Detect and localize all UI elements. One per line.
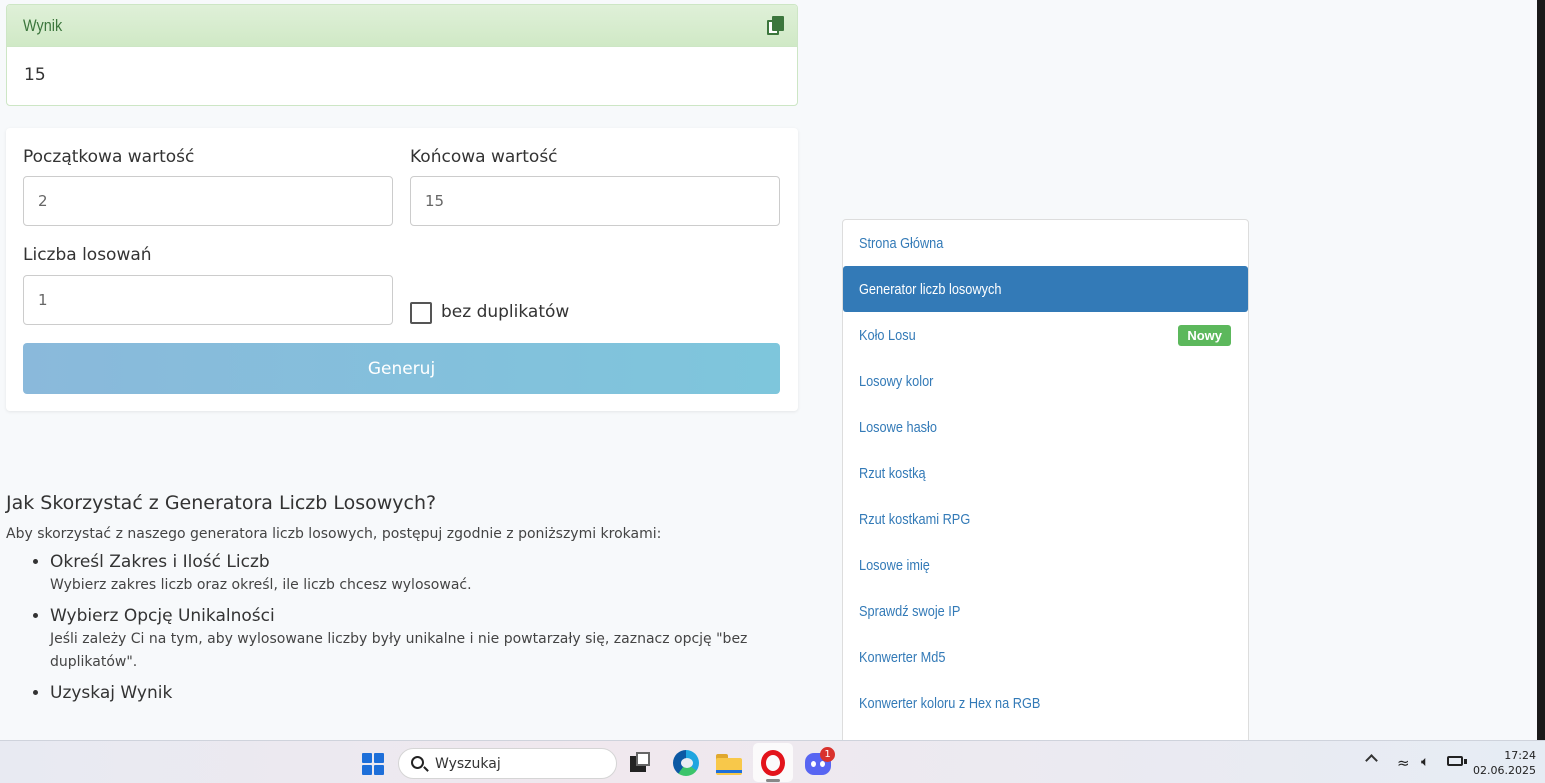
sidebar-item-label: Konwerter Md5 [859,648,946,666]
draw-count-label: Liczba losowań [23,245,152,265]
no-duplicates-label[interactable]: bez duplikatów [441,302,569,322]
sidebar-item-label: Sprawdź swoje IP [859,602,961,620]
sidebar-item-label: Rzut kostką [859,464,926,482]
step-title: Określ Zakres i Ilość Liczb [50,552,270,572]
search-placeholder: Wyszukaj [435,756,501,772]
sidebar-item-random-name[interactable]: Losowe imię [843,542,1248,588]
active-app-indicator [766,779,780,782]
generate-button[interactable]: Generuj [23,343,780,394]
result-panel-header: Wynik [7,5,797,47]
clock-time: 17:24 [1504,749,1536,762]
sidebar-nav: Strona Główna Generator liczb losowych K… [842,219,1249,740]
sidebar-item-label: Rzut kostkami RPG [859,510,971,528]
sidebar-item-random-number-generator[interactable]: Generator liczb losowych [843,266,1248,312]
sidebar-item-label: Losowe imię [859,556,930,574]
notification-badge: 1 [820,747,835,762]
end-value-label: Końcowa wartość [410,147,558,167]
sidebar-item-hex-rgb-converter[interactable]: Konwerter koloru z Hex na RGB [843,680,1248,726]
how-to-article: Jak Skorzystać z Generatora Liczb Losowy… [6,492,796,712]
article-intro: Aby skorzystać z naszego generatora licz… [6,526,662,542]
window-edge [1537,0,1545,740]
sidebar-item-dice-roll[interactable]: Rzut kostką [843,450,1248,496]
step-title: Uzyskaj Wynik [50,683,173,703]
file-explorer-icon[interactable] [716,750,742,776]
sidebar-item-wheel-of-fortune[interactable]: Koło Losu Nowy [843,312,1248,358]
taskbar: Wyszukaj 1 ≈ 🔈︎ 17:24 02.06.2025 [0,740,1545,783]
taskbar-search[interactable]: Wyszukaj [398,748,617,779]
sidebar-item-label: Strona Główna [859,234,944,252]
windows-start-icon[interactable] [362,753,384,775]
sidebar-item-home[interactable]: Strona Główna [843,220,1248,266]
sidebar-item-random-color[interactable]: Losowy kolor [843,358,1248,404]
chevron-up-icon[interactable] [1365,754,1378,767]
start-value-label: Początkowa wartość [23,147,195,167]
no-duplicates-checkbox[interactable] [410,302,432,324]
step-description: Jeśli zależy Ci na tym, aby wylosowane l… [50,631,748,670]
new-badge: Nowy [1178,324,1231,346]
task-view-icon[interactable] [630,750,656,776]
result-title: Wynik [23,15,63,35]
clock-date: 02.06.2025 [1473,764,1536,777]
steps-list: Określ Zakres i Ilość Liczb Wybierz zakr… [6,552,796,703]
sidebar-item-md5-converter[interactable]: Konwerter Md5 [843,634,1248,680]
step-description: Wybierz zakres liczb oraz określ, ile li… [50,577,472,593]
list-item: Określ Zakres i Ilość Liczb Wybierz zakr… [50,552,796,597]
sidebar-item-check-ip[interactable]: Sprawdź swoje IP [843,588,1248,634]
copy-icon[interactable] [767,15,785,36]
opera-browser-icon[interactable] [761,750,785,776]
result-value: 15 [24,65,46,85]
end-value-input[interactable] [410,176,780,226]
draw-count-input[interactable] [23,275,393,325]
sidebar-item-label: Losowy kolor [859,372,934,390]
sidebar-item-rpg-dice[interactable]: Rzut kostkami RPG [843,496,1248,542]
web-page: Wynik 15 Początkowa wartość Końcowa wart… [0,0,1537,740]
sidebar-item-label: Losowe hasło [859,418,937,436]
battery-icon[interactable] [1447,756,1467,766]
search-icon [411,756,424,769]
edge-browser-icon[interactable] [673,750,699,776]
step-title: Wybierz Opcję Unikalności [50,606,275,626]
result-panel: Wynik 15 [6,4,798,106]
article-heading: Jak Skorzystać z Generatora Liczb Losowy… [6,492,437,514]
list-item: Uzyskaj Wynik [50,683,796,703]
start-value-input[interactable] [23,176,393,226]
sidebar-item-label: Konwerter koloru z Hex na RGB [859,694,1041,712]
generator-form: Początkowa wartość Końcowa wartość Liczb… [6,128,798,411]
sidebar-item-label: Generator liczb losowych [859,280,1002,298]
system-clock[interactable]: 17:24 02.06.2025 [1470,748,1536,778]
wifi-icon[interactable]: ≈ [1397,754,1410,772]
list-item: Wybierz Opcję Unikalności Jeśli zależy C… [50,606,796,674]
sidebar-item-label: Koło Losu [859,326,916,344]
sidebar-item-random-password[interactable]: Losowe hasło [843,404,1248,450]
volume-icon[interactable]: 🔈︎ [1421,754,1429,770]
